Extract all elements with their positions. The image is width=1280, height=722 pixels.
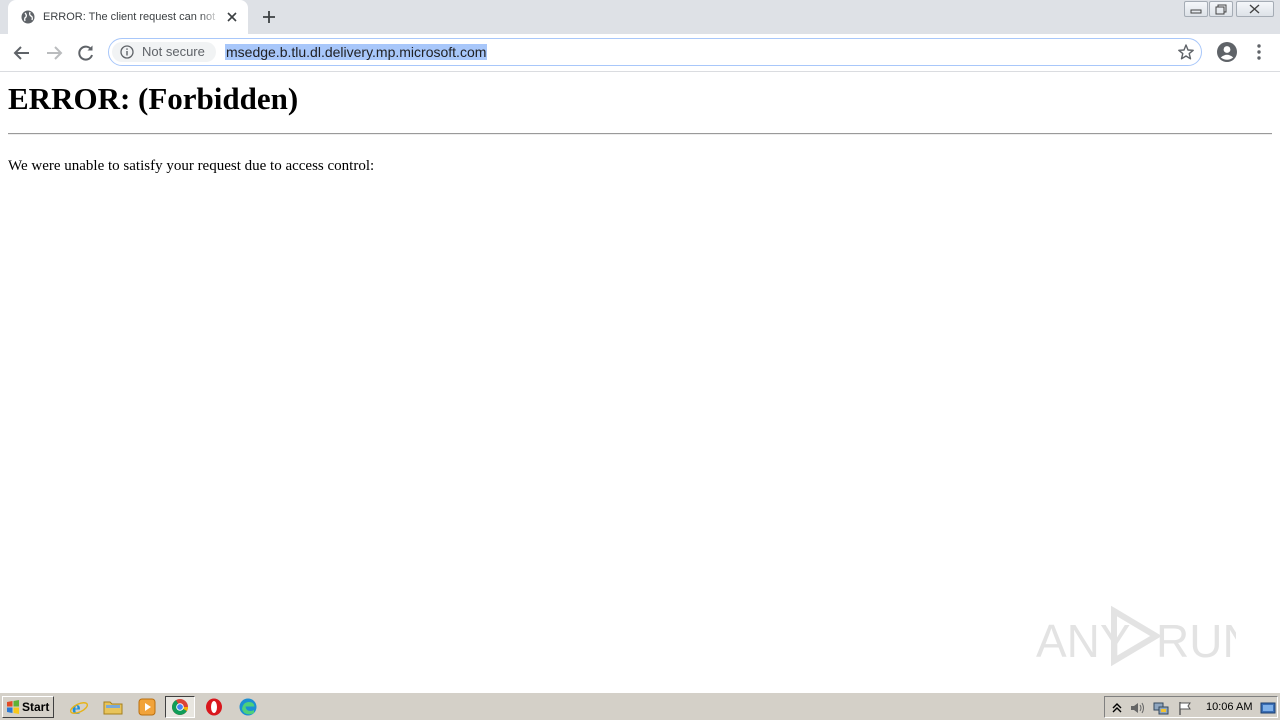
kebab-menu-icon[interactable] — [1250, 42, 1268, 62]
security-chip[interactable]: Not secure — [112, 42, 216, 62]
watermark-text-right: RUN — [1156, 615, 1236, 667]
forward-arrow-icon[interactable] — [43, 42, 65, 64]
error-message: We were unable to satisfy your request d… — [8, 158, 375, 174]
security-label: Not secure — [142, 44, 205, 59]
show-desktop-icon[interactable] — [1260, 700, 1276, 716]
url-text[interactable]: msedge.b.tlu.dl.delivery.mp.microsoft.co… — [225, 44, 488, 60]
chrome-icon — [172, 699, 188, 715]
taskbar: Start e 10:06 AM — [0, 692, 1280, 720]
flag-icon[interactable] — [1177, 700, 1193, 716]
reload-icon[interactable] — [75, 42, 97, 64]
browser-tab[interactable]: ERROR: The client request can not be ful… — [8, 0, 248, 34]
folder-icon[interactable] — [102, 697, 124, 717]
page-title: ERROR: (Forbidden) — [8, 81, 299, 116]
browser-toolbar: Not secure msedge.b.tlu.dl.delivery.mp.m… — [0, 34, 1280, 72]
close-icon — [1249, 4, 1260, 14]
anyrun-watermark: ANY RUN — [1036, 605, 1236, 667]
network-icon[interactable] — [1153, 700, 1169, 716]
clock[interactable]: 10:06 AM — [1206, 701, 1252, 714]
tab-title-fade — [200, 8, 220, 26]
volume-icon[interactable] — [1129, 700, 1145, 716]
address-bar[interactable]: Not secure msedge.b.tlu.dl.delivery.mp.m… — [108, 38, 1202, 66]
windows-logo-icon — [7, 700, 19, 714]
show-hidden-icon[interactable] — [1109, 700, 1125, 716]
info-icon — [120, 45, 134, 59]
system-tray: 10:06 AM — [1104, 696, 1278, 718]
restore-button[interactable] — [1209, 1, 1233, 17]
opera-icon[interactable] — [203, 697, 225, 717]
media-player-icon[interactable] — [136, 697, 158, 717]
internet-explorer-icon[interactable]: e — [68, 697, 90, 717]
tab-title: ERROR: The client request can not be ful… — [43, 11, 218, 23]
close-tab-icon[interactable] — [224, 9, 240, 25]
tab-strip: ERROR: The client request can not be ful… — [0, 0, 1280, 34]
close-window-button[interactable] — [1236, 1, 1274, 17]
start-label: Start — [22, 700, 50, 714]
globe-icon — [21, 10, 35, 24]
chrome-taskbar-button[interactable] — [165, 696, 195, 718]
account-circle-icon[interactable] — [1216, 41, 1238, 63]
minimize-icon — [1190, 9, 1202, 14]
edge-icon[interactable] — [237, 697, 259, 717]
back-arrow-icon[interactable] — [11, 42, 33, 64]
new-tab-button[interactable] — [260, 8, 278, 26]
minimize-button[interactable] — [1184, 1, 1208, 17]
star-icon[interactable] — [1177, 43, 1195, 61]
restore-icon — [1215, 4, 1227, 15]
divider — [8, 133, 1272, 135]
start-button[interactable]: Start — [2, 696, 54, 718]
page-content: ERROR: (Forbidden) We were unable to sat… — [0, 72, 1280, 692]
